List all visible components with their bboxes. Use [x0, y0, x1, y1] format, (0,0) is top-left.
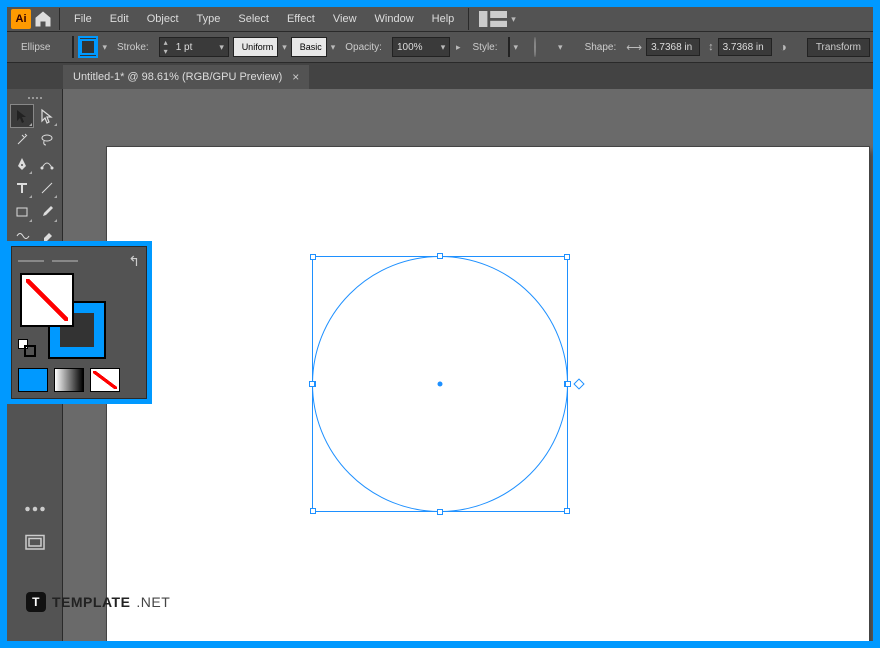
- menu-window[interactable]: Window: [367, 9, 422, 29]
- selection-tool[interactable]: [11, 105, 33, 127]
- stroke-label: Stroke:: [111, 42, 155, 53]
- pie-widget-icon[interactable]: [573, 378, 584, 389]
- chevron-right-icon[interactable]: ▸: [456, 42, 461, 53]
- width-icon: ⟷: [626, 41, 642, 54]
- step-up-icon[interactable]: ▴: [160, 38, 172, 47]
- menu-view[interactable]: View: [325, 9, 365, 29]
- edit-toolbar-icon[interactable]: [23, 497, 47, 521]
- control-bar: Ellipse ▾ Stroke: ▴▾ ▾ Uniform ▾ Basic ▾…: [7, 31, 873, 63]
- style-label: Style:: [467, 42, 504, 53]
- chevron-down-icon[interactable]: ▾: [216, 42, 228, 53]
- magic-wand-tool[interactable]: [11, 129, 33, 151]
- screen-mode-icon[interactable]: [23, 531, 47, 555]
- color-mode-none[interactable]: [90, 368, 120, 392]
- anchor-point-left[interactable]: [309, 381, 315, 387]
- stroke-color-swatch[interactable]: [78, 36, 98, 58]
- anchor-point-bottom[interactable]: [437, 509, 443, 515]
- stroke-weight-input[interactable]: ▴▾ ▾: [159, 37, 229, 57]
- resize-handle-bl[interactable]: [310, 508, 316, 514]
- brush-definition-label: Basic: [300, 42, 322, 52]
- shape-label: Shape:: [579, 42, 623, 53]
- chevron-down-icon[interactable]: ▾: [511, 14, 516, 25]
- panel-drag-icon[interactable]: [52, 260, 78, 262]
- anchor-point-top[interactable]: [437, 253, 443, 259]
- height-icon: ↕: [708, 41, 714, 53]
- chevron-down-icon[interactable]: ▾: [558, 42, 563, 53]
- app-logo-icon[interactable]: Ai: [11, 9, 31, 29]
- active-tool-label: Ellipse: [15, 42, 56, 53]
- menu-edit[interactable]: Edit: [102, 9, 137, 29]
- line-segment-tool[interactable]: [36, 177, 58, 199]
- shape-center-icon[interactable]: [438, 382, 443, 387]
- panel-grip-icon[interactable]: [11, 95, 58, 101]
- chevron-down-icon[interactable]: ▾: [102, 42, 107, 53]
- brush-definition-dropdown[interactable]: Basic: [291, 37, 327, 57]
- fill-stroke-indicator[interactable]: [20, 273, 104, 357]
- menu-select[interactable]: Select: [230, 9, 277, 29]
- fill-stroke-callout: ↰: [6, 241, 152, 404]
- home-icon[interactable]: [33, 9, 53, 29]
- color-mode-gradient[interactable]: [54, 368, 84, 392]
- panel-drag-icon[interactable]: [18, 260, 44, 262]
- pen-tool[interactable]: [11, 153, 33, 175]
- watermark-text-bold: TEMPLATE: [52, 594, 130, 610]
- opacity-field[interactable]: [393, 42, 437, 53]
- fill-color-swatch[interactable]: [72, 36, 74, 58]
- opacity-input[interactable]: ▾: [392, 37, 450, 57]
- separator: [468, 8, 469, 30]
- shape-height-field[interactable]: [718, 38, 772, 56]
- document-tab[interactable]: Untitled-1* @ 98.61% (RGB/GPU Preview) ×: [63, 65, 309, 89]
- chevron-down-icon[interactable]: ▾: [514, 42, 519, 53]
- tools-panel-tail: [7, 487, 63, 565]
- align-panel-icon[interactable]: [552, 38, 554, 56]
- stroke-profile-dropdown[interactable]: Uniform: [233, 37, 279, 57]
- pie-angle-icon[interactable]: ◑: [780, 40, 787, 54]
- direct-selection-tool[interactable]: [36, 105, 58, 127]
- menu-type[interactable]: Type: [189, 9, 229, 29]
- rectangle-tool[interactable]: [11, 201, 33, 223]
- workspace-layout-icon[interactable]: [479, 10, 507, 28]
- step-down-icon[interactable]: ▾: [160, 47, 172, 56]
- transform-panel-button[interactable]: Transform: [807, 38, 870, 57]
- anchor-point-right[interactable]: [565, 381, 571, 387]
- type-tool[interactable]: [11, 177, 33, 199]
- watermark-text-light: .NET: [136, 594, 170, 610]
- default-fill-stroke-icon[interactable]: [18, 339, 36, 357]
- opacity-label: Opacity:: [339, 42, 388, 53]
- graphic-style-swatch[interactable]: [508, 37, 510, 57]
- artboard[interactable]: [107, 147, 869, 641]
- color-mode-solid[interactable]: [18, 368, 48, 392]
- fill-indicator[interactable]: [20, 273, 74, 327]
- resize-handle-tr[interactable]: [564, 254, 570, 260]
- stroke-profile-label: Uniform: [242, 42, 274, 52]
- swap-fill-stroke-icon[interactable]: ↰: [128, 253, 140, 270]
- menu-help[interactable]: Help: [424, 9, 463, 29]
- chevron-down-icon[interactable]: ▾: [331, 42, 336, 53]
- close-tab-icon[interactable]: ×: [292, 70, 299, 84]
- chevron-down-icon[interactable]: ▾: [282, 42, 287, 53]
- stroke-weight-field[interactable]: [172, 42, 216, 53]
- watermark: T TEMPLATE .NET: [26, 592, 170, 612]
- separator: [59, 8, 60, 30]
- canvas-area[interactable]: [63, 89, 873, 641]
- menu-effect[interactable]: Effect: [279, 9, 323, 29]
- watermark-logo-icon: T: [26, 592, 46, 612]
- chevron-down-icon[interactable]: ▾: [437, 42, 449, 53]
- recolor-artwork-icon[interactable]: [534, 37, 536, 57]
- menu-file[interactable]: File: [66, 9, 100, 29]
- curvature-tool[interactable]: [36, 153, 58, 175]
- resize-handle-br[interactable]: [564, 508, 570, 514]
- resize-handle-tl[interactable]: [310, 254, 316, 260]
- none-slash-icon: [26, 279, 68, 321]
- lasso-tool[interactable]: [36, 129, 58, 151]
- shape-width-field[interactable]: [646, 38, 700, 56]
- menu-object[interactable]: Object: [139, 9, 187, 29]
- paintbrush-tool[interactable]: [36, 201, 58, 223]
- menu-bar: Ai File Edit Object Type Select Effect V…: [7, 7, 873, 31]
- document-tab-title: Untitled-1* @ 98.61% (RGB/GPU Preview): [73, 71, 282, 83]
- document-tab-bar: Untitled-1* @ 98.61% (RGB/GPU Preview) ×: [7, 63, 873, 89]
